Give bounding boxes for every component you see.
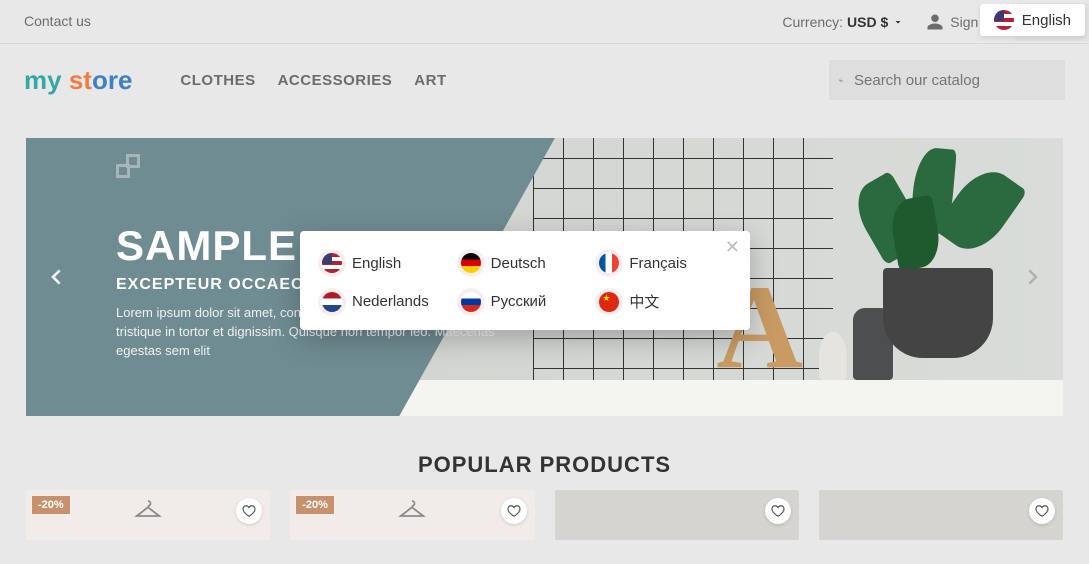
person-icon [926, 13, 944, 31]
modal-close-button[interactable]: ✕ [725, 237, 740, 258]
flag-us-icon [322, 253, 342, 273]
flag-fr-icon [599, 253, 619, 273]
flag-ru-icon [461, 292, 481, 312]
heart-icon [771, 504, 785, 518]
carousel-next-button[interactable] [1019, 262, 1049, 292]
search-input[interactable] [852, 71, 1055, 90]
heart-icon [507, 504, 521, 518]
flag-de-icon [461, 253, 481, 273]
product-card[interactable]: -20% [290, 490, 534, 540]
language-switcher-button[interactable]: English [980, 4, 1085, 36]
flag-us-icon [994, 10, 1014, 30]
lang-option-english[interactable]: English [322, 253, 451, 273]
hero-plant [823, 138, 1023, 358]
flag-nl-icon [322, 292, 342, 312]
chevron-left-icon [40, 262, 70, 292]
chevron-right-icon [1019, 262, 1049, 292]
language-picker-modal: ✕ English Deutsch Français Nederlands Ру… [300, 231, 750, 330]
popular-heading-section: POPULAR PRODUCTS [0, 452, 1089, 478]
nav-bar: my store CLOTHES ACCESSORIES ART [0, 44, 1089, 116]
product-grid: -20% -20% [0, 490, 1089, 540]
wishlist-button[interactable] [501, 498, 527, 524]
hanger-icon [397, 496, 427, 526]
popular-heading: POPULAR PRODUCTS [0, 452, 1089, 478]
product-card[interactable]: -20% [26, 490, 270, 540]
lang-option-deutsch[interactable]: Deutsch [461, 253, 590, 273]
menu-art[interactable]: ART [414, 72, 446, 89]
product-card[interactable] [555, 490, 799, 540]
lang-option-francais[interactable]: Français [599, 253, 728, 273]
flag-cn-icon [599, 292, 619, 312]
menu-accessories[interactable]: ACCESSORIES [278, 72, 393, 89]
heart-icon [1035, 504, 1049, 518]
lang-option-nederlands[interactable]: Nederlands [322, 291, 451, 312]
main-menu: CLOTHES ACCESSORIES ART [180, 72, 781, 89]
top-bar: Contact us Currency: USD $ Sign in Ca [0, 0, 1089, 44]
sale-badge: -20% [296, 496, 334, 514]
carousel-prev-button[interactable] [40, 262, 70, 292]
product-card[interactable] [819, 490, 1063, 540]
wishlist-button[interactable] [765, 498, 791, 524]
chevron-down-icon [892, 16, 904, 28]
menu-clothes[interactable]: CLOTHES [180, 72, 255, 89]
hanger-icon [133, 496, 163, 526]
currency-value: USD $ [847, 14, 888, 30]
language-current-label: English [1022, 12, 1071, 29]
search-icon [839, 71, 844, 89]
lang-option-chinese[interactable]: 中文 [599, 291, 728, 312]
search-box[interactable] [829, 60, 1065, 100]
wishlist-button[interactable] [1029, 498, 1055, 524]
logo[interactable]: my store [24, 65, 132, 96]
wishlist-button[interactable] [236, 498, 262, 524]
heart-icon [242, 504, 256, 518]
sale-badge: -20% [32, 496, 70, 514]
lang-option-russian[interactable]: Русский [461, 291, 590, 312]
currency-selector[interactable]: Currency: USD $ [782, 14, 904, 30]
contact-link[interactable]: Contact us [24, 13, 91, 29]
currency-label: Currency: [782, 14, 843, 30]
